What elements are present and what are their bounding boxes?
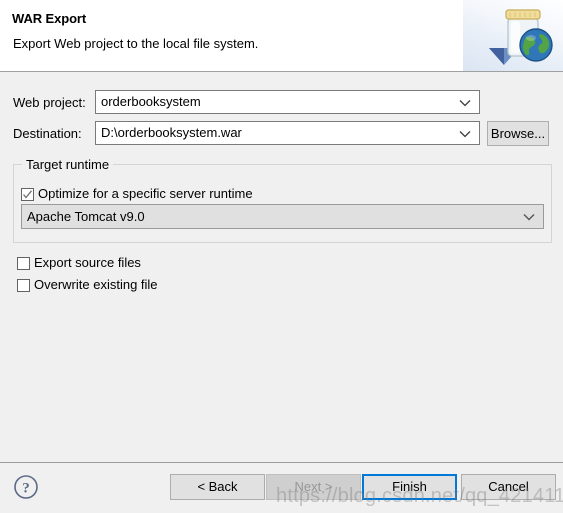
page-title: WAR Export — [12, 11, 87, 26]
chevron-down-icon[interactable] — [459, 122, 473, 144]
destination-combobox[interactable]: D:\orderbooksystem.war — [95, 121, 480, 145]
question-mark-help-icon[interactable]: ? — [13, 474, 39, 500]
war-jar-globe-icon — [485, 2, 557, 68]
war-export-dialog: WAR Export Export Web project to the loc… — [0, 0, 563, 513]
export-source-files-label: Export source files — [34, 255, 141, 270]
optimize-for-runtime-label: Optimize for a specific server runtime — [38, 186, 253, 201]
web-project-combobox[interactable]: orderbooksystem — [95, 90, 480, 114]
destination-value: D:\orderbooksystem.war — [101, 125, 242, 140]
web-project-label: Web project: — [13, 95, 86, 110]
chevron-down-icon[interactable] — [523, 205, 537, 228]
dialog-header: WAR Export Export Web project to the loc… — [0, 0, 563, 72]
browse-button[interactable]: Browse... — [487, 121, 549, 146]
checkbox-box-unchecked[interactable] — [17, 257, 30, 270]
checkbox-box-unchecked[interactable] — [17, 279, 30, 292]
overwrite-existing-file-label: Overwrite existing file — [34, 277, 158, 292]
runtime-select-value: Apache Tomcat v9.0 — [27, 209, 145, 224]
footer-separator — [0, 462, 563, 463]
svg-text:?: ? — [22, 481, 30, 497]
back-button[interactable]: < Back — [170, 474, 265, 500]
web-project-value: orderbooksystem — [101, 94, 201, 109]
target-runtime-legend: Target runtime — [22, 157, 114, 172]
chevron-down-icon[interactable] — [459, 91, 473, 113]
checkbox-box-checked[interactable] — [21, 188, 34, 201]
next-button: Next > — [266, 474, 361, 500]
finish-button[interactable]: Finish — [362, 474, 457, 500]
runtime-select-combobox[interactable]: Apache Tomcat v9.0 — [21, 204, 544, 229]
cancel-button[interactable]: Cancel — [461, 474, 556, 500]
page-subtitle: Export Web project to the local file sys… — [13, 36, 259, 51]
destination-label: Destination: — [13, 126, 82, 141]
